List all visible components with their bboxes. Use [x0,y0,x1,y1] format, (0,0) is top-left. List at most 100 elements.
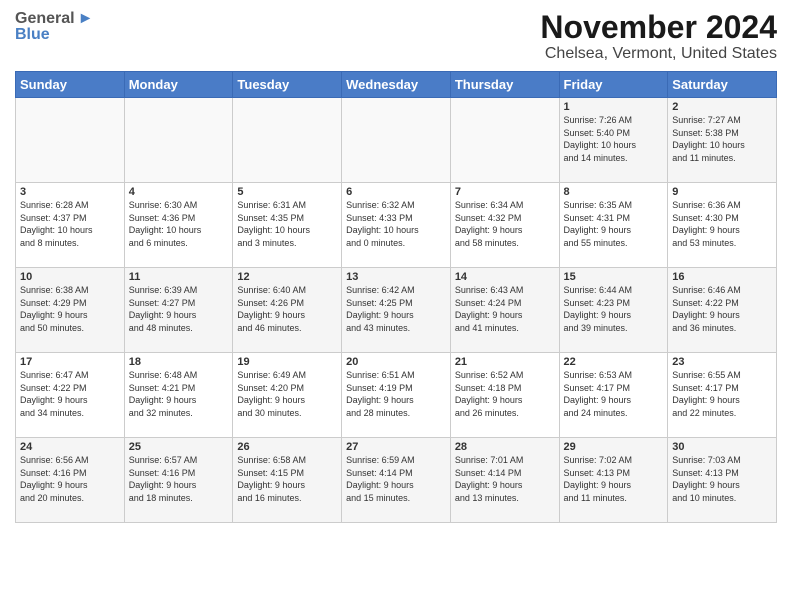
table-row: 4Sunrise: 6:30 AM Sunset: 4:36 PM Daylig… [124,183,233,268]
table-row [342,98,451,183]
table-row: 3Sunrise: 6:28 AM Sunset: 4:37 PM Daylig… [16,183,125,268]
day-info: Sunrise: 6:52 AM Sunset: 4:18 PM Dayligh… [455,369,555,419]
table-row: 14Sunrise: 6:43 AM Sunset: 4:24 PM Dayli… [450,268,559,353]
table-row: 20Sunrise: 6:51 AM Sunset: 4:19 PM Dayli… [342,353,451,438]
day-info: Sunrise: 6:56 AM Sunset: 4:16 PM Dayligh… [20,454,120,504]
day-info: Sunrise: 6:35 AM Sunset: 4:31 PM Dayligh… [564,199,664,249]
page: General ► Blue November 2024 Chelsea, Ve… [0,0,792,612]
day-number: 27 [346,441,446,453]
day-number: 7 [455,186,555,198]
day-number: 6 [346,186,446,198]
logo-bird-icon: ► [78,10,94,28]
col-monday: Monday [124,72,233,98]
day-number: 28 [455,441,555,453]
table-row [450,98,559,183]
day-info: Sunrise: 6:32 AM Sunset: 4:33 PM Dayligh… [346,199,446,249]
day-number: 13 [346,271,446,283]
table-row: 5Sunrise: 6:31 AM Sunset: 4:35 PM Daylig… [233,183,342,268]
table-row [16,98,125,183]
day-number: 22 [564,356,664,368]
day-number: 25 [129,441,229,453]
header: General ► Blue November 2024 Chelsea, Ve… [15,10,777,63]
table-row [124,98,233,183]
day-number: 30 [672,441,772,453]
calendar-header: Sunday Monday Tuesday Wednesday Thursday… [16,72,777,98]
day-info: Sunrise: 6:47 AM Sunset: 4:22 PM Dayligh… [20,369,120,419]
day-info: Sunrise: 6:59 AM Sunset: 4:14 PM Dayligh… [346,454,446,504]
day-info: Sunrise: 6:46 AM Sunset: 4:22 PM Dayligh… [672,284,772,334]
day-info: Sunrise: 6:53 AM Sunset: 4:17 PM Dayligh… [564,369,664,419]
col-friday: Friday [559,72,668,98]
title-block: November 2024 Chelsea, Vermont, United S… [540,10,777,63]
day-number: 21 [455,356,555,368]
day-info: Sunrise: 7:26 AM Sunset: 5:40 PM Dayligh… [564,114,664,164]
table-row: 23Sunrise: 6:55 AM Sunset: 4:17 PM Dayli… [668,353,777,438]
table-row: 11Sunrise: 6:39 AM Sunset: 4:27 PM Dayli… [124,268,233,353]
table-row: 12Sunrise: 6:40 AM Sunset: 4:26 PM Dayli… [233,268,342,353]
table-row: 18Sunrise: 6:48 AM Sunset: 4:21 PM Dayli… [124,353,233,438]
day-number: 10 [20,271,120,283]
day-number: 23 [672,356,772,368]
table-row: 13Sunrise: 6:42 AM Sunset: 4:25 PM Dayli… [342,268,451,353]
day-number: 17 [20,356,120,368]
table-row: 22Sunrise: 6:53 AM Sunset: 4:17 PM Dayli… [559,353,668,438]
day-number: 8 [564,186,664,198]
table-row: 2Sunrise: 7:27 AM Sunset: 5:38 PM Daylig… [668,98,777,183]
table-row: 1Sunrise: 7:26 AM Sunset: 5:40 PM Daylig… [559,98,668,183]
day-number: 19 [237,356,337,368]
day-number: 24 [20,441,120,453]
calendar-row: 10Sunrise: 6:38 AM Sunset: 4:29 PM Dayli… [16,268,777,353]
day-number: 26 [237,441,337,453]
day-info: Sunrise: 6:38 AM Sunset: 4:29 PM Dayligh… [20,284,120,334]
table-row: 30Sunrise: 7:03 AM Sunset: 4:13 PM Dayli… [668,438,777,523]
day-info: Sunrise: 6:30 AM Sunset: 4:36 PM Dayligh… [129,199,229,249]
table-row: 19Sunrise: 6:49 AM Sunset: 4:20 PM Dayli… [233,353,342,438]
day-info: Sunrise: 6:44 AM Sunset: 4:23 PM Dayligh… [564,284,664,334]
day-number: 5 [237,186,337,198]
header-row: Sunday Monday Tuesday Wednesday Thursday… [16,72,777,98]
table-row [233,98,342,183]
calendar-row: 1Sunrise: 7:26 AM Sunset: 5:40 PM Daylig… [16,98,777,183]
day-number: 2 [672,101,772,113]
day-number: 12 [237,271,337,283]
day-number: 20 [346,356,446,368]
calendar-row: 3Sunrise: 6:28 AM Sunset: 4:37 PM Daylig… [16,183,777,268]
logo: General ► Blue [15,10,93,44]
table-row: 7Sunrise: 6:34 AM Sunset: 4:32 PM Daylig… [450,183,559,268]
col-thursday: Thursday [450,72,559,98]
day-info: Sunrise: 6:28 AM Sunset: 4:37 PM Dayligh… [20,199,120,249]
day-info: Sunrise: 6:40 AM Sunset: 4:26 PM Dayligh… [237,284,337,334]
subtitle: Chelsea, Vermont, United States [540,45,777,63]
col-tuesday: Tuesday [233,72,342,98]
table-row: 9Sunrise: 6:36 AM Sunset: 4:30 PM Daylig… [668,183,777,268]
logo-blue-text: Blue [15,26,50,44]
table-row: 29Sunrise: 7:02 AM Sunset: 4:13 PM Dayli… [559,438,668,523]
day-info: Sunrise: 6:43 AM Sunset: 4:24 PM Dayligh… [455,284,555,334]
day-info: Sunrise: 7:03 AM Sunset: 4:13 PM Dayligh… [672,454,772,504]
table-row: 21Sunrise: 6:52 AM Sunset: 4:18 PM Dayli… [450,353,559,438]
day-number: 11 [129,271,229,283]
day-number: 18 [129,356,229,368]
day-number: 29 [564,441,664,453]
table-row: 26Sunrise: 6:58 AM Sunset: 4:15 PM Dayli… [233,438,342,523]
day-info: Sunrise: 6:48 AM Sunset: 4:21 PM Dayligh… [129,369,229,419]
day-info: Sunrise: 6:31 AM Sunset: 4:35 PM Dayligh… [237,199,337,249]
day-info: Sunrise: 7:02 AM Sunset: 4:13 PM Dayligh… [564,454,664,504]
col-wednesday: Wednesday [342,72,451,98]
day-info: Sunrise: 6:58 AM Sunset: 4:15 PM Dayligh… [237,454,337,504]
day-info: Sunrise: 6:51 AM Sunset: 4:19 PM Dayligh… [346,369,446,419]
calendar-body: 1Sunrise: 7:26 AM Sunset: 5:40 PM Daylig… [16,98,777,523]
table-row: 25Sunrise: 6:57 AM Sunset: 4:16 PM Dayli… [124,438,233,523]
day-info: Sunrise: 6:36 AM Sunset: 4:30 PM Dayligh… [672,199,772,249]
table-row: 16Sunrise: 6:46 AM Sunset: 4:22 PM Dayli… [668,268,777,353]
col-sunday: Sunday [16,72,125,98]
table-row: 24Sunrise: 6:56 AM Sunset: 4:16 PM Dayli… [16,438,125,523]
day-number: 1 [564,101,664,113]
day-info: Sunrise: 6:55 AM Sunset: 4:17 PM Dayligh… [672,369,772,419]
day-number: 3 [20,186,120,198]
day-info: Sunrise: 6:39 AM Sunset: 4:27 PM Dayligh… [129,284,229,334]
day-number: 15 [564,271,664,283]
table-row: 6Sunrise: 6:32 AM Sunset: 4:33 PM Daylig… [342,183,451,268]
day-info: Sunrise: 7:27 AM Sunset: 5:38 PM Dayligh… [672,114,772,164]
day-number: 16 [672,271,772,283]
